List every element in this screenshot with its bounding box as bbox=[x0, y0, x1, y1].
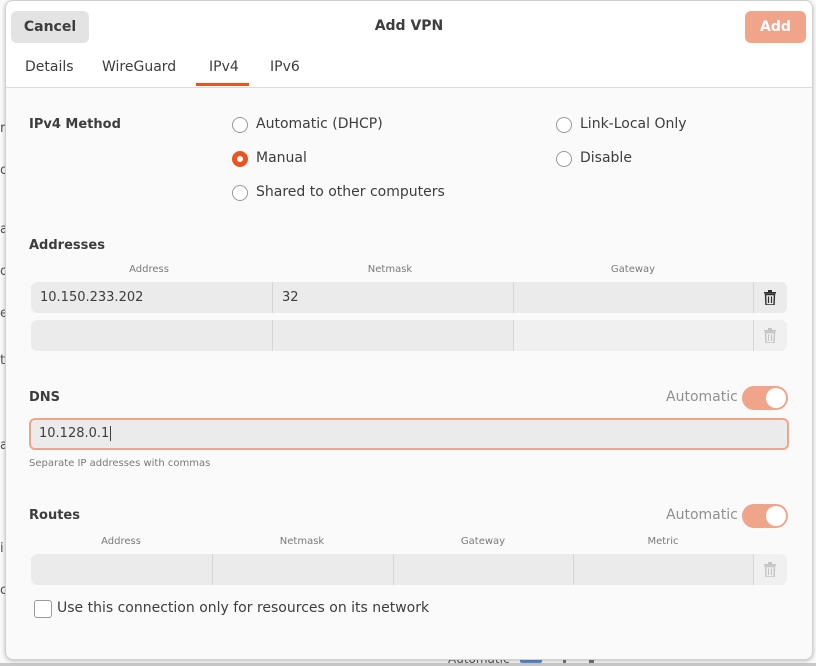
delete-route-button-disabled bbox=[754, 554, 787, 585]
radio-link-local[interactable] bbox=[556, 117, 572, 133]
radio-label-automatic-dhcp: Automatic (DHCP) bbox=[256, 116, 383, 132]
radio-disable[interactable] bbox=[556, 151, 572, 167]
radio-manual[interactable] bbox=[232, 151, 248, 167]
tab-wireguard[interactable]: WireGuard bbox=[102, 59, 176, 75]
routes-col-metric: Metric bbox=[647, 536, 679, 547]
addresses-label: Addresses bbox=[29, 238, 105, 253]
dns-input-value: 10.128.0.1 bbox=[39, 426, 110, 441]
delete-address-button[interactable] bbox=[754, 282, 787, 313]
dialog-header: Cancel Add VPN Add Details WireGuard IPv… bbox=[6, 1, 812, 88]
routes-col-netmask: Netmask bbox=[279, 536, 325, 547]
tab-ipv6[interactable]: IPv6 bbox=[270, 59, 300, 75]
dns-label: DNS bbox=[29, 390, 61, 405]
delete-address-button-disabled bbox=[754, 320, 787, 351]
radio-label-disable: Disable bbox=[580, 150, 632, 166]
routes-col-gateway: Gateway bbox=[460, 536, 506, 547]
routes-col-address: Address bbox=[101, 536, 141, 547]
address-field[interactable]: 10.150.233.202 bbox=[31, 282, 272, 313]
dns-hint: Separate IP addresses with commas bbox=[29, 458, 211, 469]
trash-icon bbox=[764, 562, 776, 577]
netmask-field-empty[interactable] bbox=[273, 320, 513, 351]
radio-shared[interactable] bbox=[232, 185, 248, 201]
netmask-field[interactable]: 32 bbox=[273, 282, 513, 313]
text-caret bbox=[110, 426, 112, 441]
only-resources-checkbox[interactable] bbox=[34, 600, 52, 618]
trash-icon bbox=[764, 328, 776, 343]
radio-label-link-local: Link-Local Only bbox=[580, 116, 687, 132]
dns-automatic-label: Automatic bbox=[666, 389, 738, 405]
route-metric-field[interactable] bbox=[574, 554, 753, 585]
routes-automatic-label: Automatic bbox=[666, 507, 738, 523]
radio-automatic-dhcp[interactable] bbox=[232, 117, 248, 133]
addresses-col-address: Address bbox=[129, 264, 169, 275]
radio-label-manual: Manual bbox=[256, 150, 307, 166]
add-vpn-dialog: Cancel Add VPN Add Details WireGuard IPv… bbox=[5, 0, 813, 660]
dns-automatic-switch[interactable] bbox=[742, 386, 788, 410]
trash-icon bbox=[764, 290, 776, 305]
route-address-field[interactable] bbox=[31, 554, 212, 585]
gateway-field[interactable] bbox=[514, 282, 753, 313]
radio-label-shared: Shared to other computers bbox=[256, 184, 445, 200]
addresses-col-gateway: Gateway bbox=[610, 264, 656, 275]
route-gateway-field[interactable] bbox=[394, 554, 573, 585]
route-netmask-field[interactable] bbox=[213, 554, 393, 585]
dialog-title: Add VPN bbox=[374, 18, 444, 34]
addresses-col-netmask: Netmask bbox=[367, 264, 413, 275]
tab-details[interactable]: Details bbox=[25, 59, 74, 75]
tab-ipv4[interactable]: IPv4 bbox=[209, 59, 239, 75]
gateway-field-empty[interactable] bbox=[514, 320, 753, 351]
ipv4-method-label: IPv4 Method bbox=[29, 117, 121, 132]
only-resources-label: Use this connection only for resources o… bbox=[57, 600, 430, 616]
add-button[interactable]: Add bbox=[745, 11, 806, 43]
routes-label: Routes bbox=[29, 508, 80, 523]
dns-input[interactable]: 10.128.0.1 bbox=[29, 418, 789, 450]
active-tab-indicator bbox=[196, 83, 249, 86]
address-field-empty[interactable] bbox=[31, 320, 272, 351]
routes-automatic-switch[interactable] bbox=[742, 504, 788, 528]
